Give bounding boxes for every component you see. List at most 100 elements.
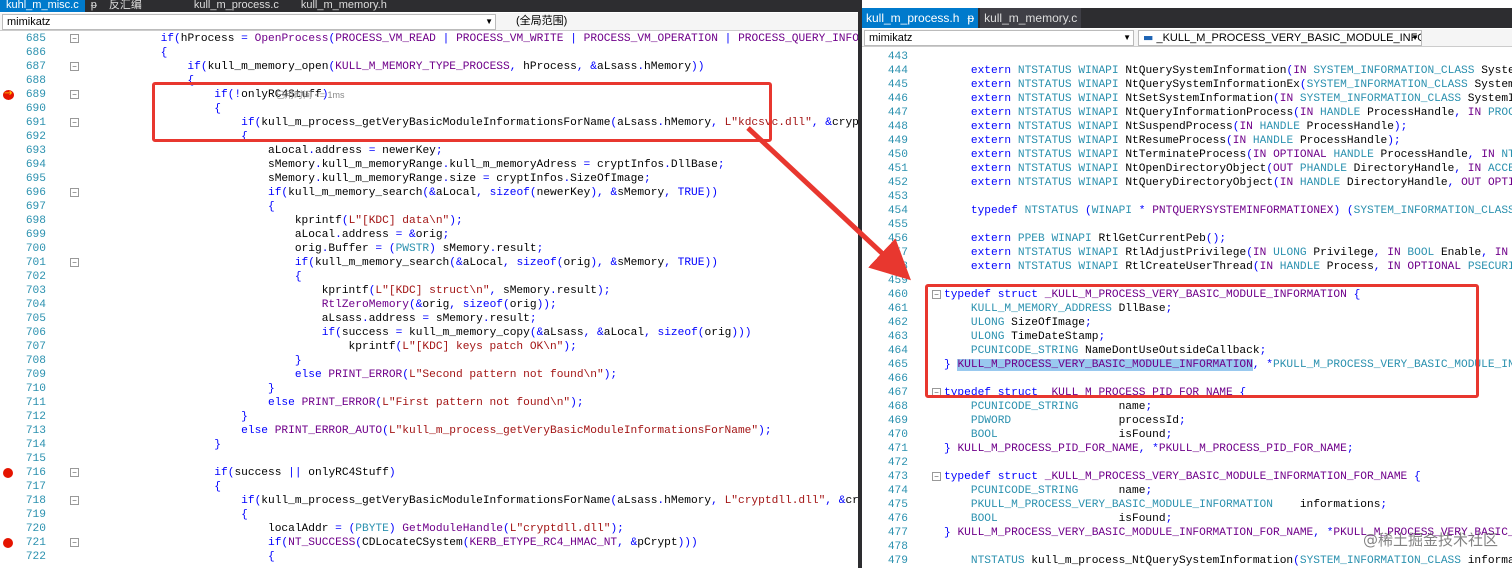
project-combo-value: mimikatz — [869, 32, 913, 44]
current-instruction-icon[interactable] — [3, 87, 14, 101]
project-combo[interactable]: mimikatz ▼ — [2, 14, 496, 30]
line-number: 477 — [887, 527, 908, 539]
code-text: { — [80, 271, 302, 283]
right-nav-bar: mimikatz ▼ ▬ _KULL_M_PROCESS_VERY_BASIC_… — [862, 29, 1512, 47]
code-line: 714 } — [0, 438, 858, 452]
code-text: } KULL_M_PROCESS_PID_FOR_NAME, *PKULL_M_… — [944, 443, 1354, 455]
left-nav-bar: mimikatz ▼ (全局范围) — [0, 13, 858, 31]
fold-toggle-icon[interactable]: − — [70, 496, 79, 505]
code-line: 468 PCUNICODE_STRING name; — [862, 400, 1512, 414]
tab-kull-m-memory-h[interactable]: kull_m_memory.h — [295, 0, 393, 12]
code-line: 457 extern NTSTATUS WINAPI RtlAdjustPriv… — [862, 246, 1512, 260]
code-text: NTSTATUS kull_m_process_NtQuerySystemInf… — [970, 555, 1512, 567]
code-text: aLsass.address = sMemory.result; — [321, 313, 537, 325]
code-text: extern NTSTATUS WINAPI NtTerminateProces… — [970, 149, 1512, 161]
code-line: 720 localAddr = (PBYTE) GetModuleHandle(… — [0, 522, 858, 536]
line-number: 718 — [25, 495, 46, 507]
code-text: RtlZeroMemory(&orig, sizeof(orig)); — [321, 299, 557, 311]
symbol-combo[interactable]: ▬ _KULL_M_PROCESS_VERY_BASIC_MODULE_INFO… — [1138, 30, 1422, 46]
tab-disassembly[interactable]: 反汇编 — [103, 0, 148, 12]
fold-toggle-icon[interactable]: − — [70, 538, 79, 547]
line-number: 688 — [25, 75, 46, 87]
code-text: if(hProcess = OpenProcess(PROCESS_VM_REA… — [160, 33, 858, 45]
code-line: 701 if(kull_m_memory_search(&aLocal, siz… — [0, 256, 858, 270]
code-text: } — [80, 383, 275, 395]
line-number: 459 — [887, 275, 908, 287]
line-number: 465 — [887, 359, 908, 371]
line-number: 696 — [25, 187, 46, 199]
tab-kull-m-memory-c[interactable]: kull_m_memory.c — [980, 8, 1082, 28]
breakpoint-icon[interactable] — [3, 468, 13, 478]
line-number: 702 — [25, 271, 46, 283]
fold-toggle-icon[interactable]: − — [70, 468, 79, 477]
fold-toggle-icon[interactable]: − — [70, 118, 79, 127]
line-number: 453 — [887, 191, 908, 203]
line-number: 717 — [25, 481, 46, 493]
code-text: localAddr = (PBYTE) GetModuleHandle(L"cr… — [267, 523, 624, 535]
line-number: 462 — [887, 317, 908, 329]
code-text: extern NTSTATUS WINAPI NtQuerySystemInfo… — [970, 65, 1512, 77]
code-line: 696 if(kull_m_memory_search(&aLocal, siz… — [0, 186, 858, 200]
code-text: if(NT_SUCCESS(CDLocateCSystem(KERB_ETYPE… — [267, 537, 698, 549]
fold-toggle-icon[interactable]: − — [70, 90, 79, 99]
tab-kuhl-m-misc[interactable]: kuhl_m_misc.c — [0, 0, 85, 12]
line-number: 470 — [887, 429, 908, 441]
line-number: 719 — [25, 509, 46, 521]
line-number: 449 — [887, 135, 908, 147]
code-line: 708 } — [0, 354, 858, 368]
code-line: 449 extern NTSTATUS WINAPI NtResumeProce… — [862, 134, 1512, 148]
code-line: 456 extern PPEB WINAPI RtlGetCurrentPeb(… — [862, 232, 1512, 246]
code-line: 721 if(NT_SUCCESS(CDLocateCSystem(KERB_E… — [0, 536, 858, 550]
line-number: 473 — [887, 471, 908, 483]
line-number: 697 — [25, 201, 46, 213]
line-number: 686 — [25, 47, 46, 59]
code-text: kprintf(L"[KDC] data\n"); — [294, 215, 463, 227]
project-combo-value: mimikatz — [7, 16, 51, 28]
code-line: 470 BOOL isFound; — [862, 428, 1512, 442]
line-number: 705 — [25, 313, 46, 325]
code-line: 443 — [862, 50, 1512, 64]
pin-icon[interactable]: ᵽ — [963, 8, 979, 28]
code-text: if(success || onlyRC4Stuff) — [214, 467, 396, 479]
code-line: 473 typedef struct _KULL_M_PROCESS_VERY_B… — [862, 470, 1512, 484]
code-line: 698 kprintf(L"[KDC] data\n"); — [0, 214, 858, 228]
code-text: if(kull_m_memory_search(&aLocal, sizeof(… — [267, 187, 718, 199]
callout-box-right — [925, 284, 1479, 398]
code-line: 479 NTSTATUS kull_m_process_NtQuerySyste… — [862, 554, 1512, 568]
code-line: 454 typedef NTSTATUS (WINAPI * PNTQUERYS… — [862, 204, 1512, 218]
fold-toggle-icon[interactable]: − — [70, 34, 79, 43]
fold-toggle-icon[interactable]: − — [70, 62, 79, 71]
project-combo[interactable]: mimikatz ▼ — [864, 30, 1134, 46]
code-text: extern NTSTATUS WINAPI NtSuspendProcess(… — [970, 121, 1408, 133]
code-line: 706 if(success = kull_m_memory_copy(&aLs… — [0, 326, 858, 340]
pin-icon[interactable]: ᵽ — [85, 0, 103, 12]
scope-combo[interactable]: (全局范围) — [500, 14, 856, 30]
line-number: 695 — [25, 173, 46, 185]
line-number: 687 — [25, 61, 46, 73]
line-number: 710 — [25, 383, 46, 395]
code-line: 451 extern NTSTATUS WINAPI NtOpenDirecto… — [862, 162, 1512, 176]
line-number: 716 — [25, 467, 46, 479]
callout-box-left — [152, 82, 772, 142]
line-number: 468 — [887, 401, 908, 413]
code-line: 699 aLocal.address = &orig; — [0, 228, 858, 242]
line-number: 448 — [887, 121, 908, 133]
breakpoint-icon[interactable] — [3, 538, 13, 548]
code-text: { — [80, 509, 248, 521]
fold-toggle-icon[interactable]: − — [932, 472, 941, 481]
line-number: 692 — [25, 131, 46, 143]
fold-toggle-icon[interactable]: − — [70, 258, 79, 267]
line-number: 451 — [887, 163, 908, 175]
tab-kull-m-process-h[interactable]: kull_m_process.h — [862, 8, 964, 28]
code-text: extern NTSTATUS WINAPI NtSetSystemInform… — [970, 93, 1512, 105]
line-number: 460 — [887, 289, 908, 301]
code-line: 710 } — [0, 382, 858, 396]
tab-kull-m-process-c[interactable]: kull_m_process.c — [188, 0, 285, 12]
code-line: 703 kprintf(L"[KDC] struct\n", sMemory.r… — [0, 284, 858, 298]
code-text: PCUNICODE_STRING name; — [970, 485, 1153, 497]
line-number: 711 — [25, 397, 46, 409]
code-line: 472 — [862, 456, 1512, 470]
code-text: if(kull_m_memory_open(KULL_M_MEMORY_TYPE… — [187, 61, 705, 73]
line-number: 444 — [887, 65, 908, 77]
fold-toggle-icon[interactable]: − — [70, 188, 79, 197]
